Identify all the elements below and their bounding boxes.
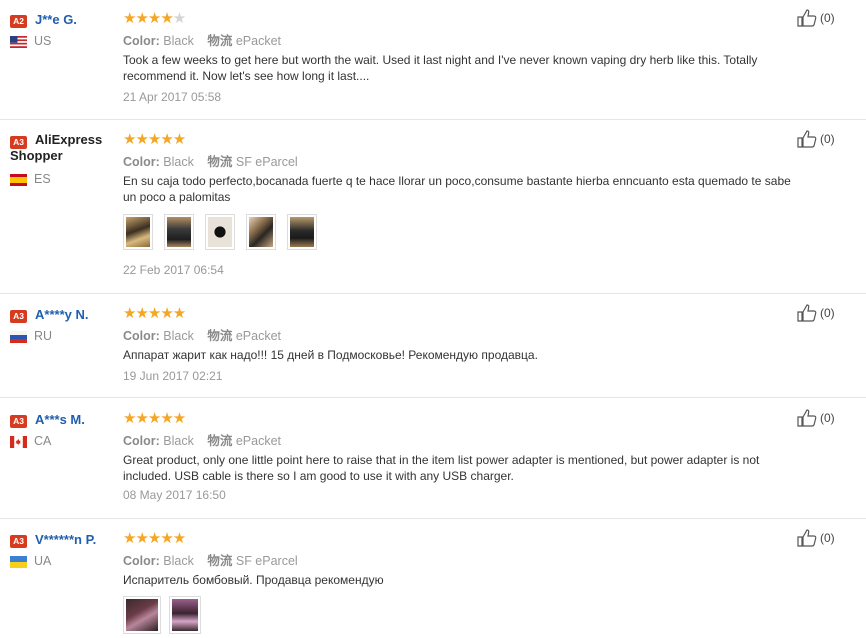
helpful-count: (0)	[820, 11, 835, 25]
review-attributes: Color: Black 物流 SF eParcel	[123, 151, 298, 170]
helpful-button[interactable]: (0)	[797, 304, 835, 322]
review-attributes: Color: Black 物流 ePacket	[123, 325, 281, 344]
review-attributes: Color: Black 物流 SF eParcel	[123, 550, 298, 569]
color-value: Black	[163, 34, 194, 48]
reviewer-country: ES	[34, 172, 51, 186]
ca-flag-icon	[10, 435, 27, 448]
shipping-label: 物流	[207, 434, 233, 448]
review-date: 19 Jun 2017 02:21	[123, 369, 223, 383]
review-text: En su caja todo perfecto,bocanada fuerte…	[123, 174, 791, 204]
shipping-label: 物流	[207, 554, 233, 568]
color-label: Color:	[123, 329, 160, 343]
review-photos	[123, 596, 201, 634]
ua-flag-icon	[10, 555, 27, 568]
shipping-label: 物流	[207, 155, 233, 169]
shipping-value: ePacket	[235, 34, 282, 48]
shipping-value: ePacket	[235, 329, 282, 343]
reviewer-name: A***s M.	[35, 412, 85, 427]
es-flag-icon	[10, 173, 27, 186]
review-photo[interactable]	[246, 214, 276, 250]
color-label: Color:	[123, 434, 160, 448]
thumbs-up-icon	[797, 9, 817, 27]
review-text: Took a few weeks to get here but worth t…	[123, 53, 758, 83]
helpful-count: (0)	[820, 132, 835, 146]
rating-stars: ★★★★★	[123, 410, 186, 427]
thumbs-up-icon	[797, 130, 817, 148]
shipping-value: ePacket	[235, 434, 282, 448]
color-value: Black	[163, 434, 194, 448]
reviewer-name: AliExpress Shopper	[10, 132, 103, 163]
divider	[0, 119, 866, 120]
ru-flag-icon	[10, 330, 27, 343]
helpful-count: (0)	[820, 411, 835, 425]
review-photo[interactable]	[123, 596, 161, 634]
reviewer-country: US	[34, 34, 52, 48]
thumbs-up-icon	[797, 529, 817, 547]
helpful-button[interactable]: (0)	[797, 409, 835, 427]
reviewer-name: J**e G.	[35, 12, 77, 27]
shipping-label: 物流	[207, 329, 233, 343]
color-value: Black	[163, 329, 194, 343]
reviewer-name: V******n P.	[35, 532, 97, 547]
rating-stars: ★★★★★	[123, 305, 186, 322]
rating-stars: ★★★★★	[123, 10, 186, 27]
thumbs-up-icon	[797, 409, 817, 427]
review-text: Great product, only one little point her…	[123, 453, 760, 483]
review-date: 21 Apr 2017 05:58	[123, 90, 222, 104]
color-label: Color:	[123, 554, 160, 568]
shipping-label: 物流	[207, 34, 233, 48]
buyer-level-badge: A3	[10, 415, 27, 428]
buyer-level-badge: A3	[10, 310, 27, 323]
review-attributes: Color: Black 物流 ePacket	[123, 30, 281, 49]
review-photo[interactable]	[205, 214, 235, 250]
helpful-count: (0)	[820, 306, 835, 320]
thumbs-up-icon	[797, 304, 817, 322]
review-photo[interactable]	[287, 214, 317, 250]
rating-stars: ★★★★★	[123, 131, 186, 148]
helpful-count: (0)	[820, 531, 835, 545]
divider	[0, 518, 866, 519]
buyer-level-badge: A2	[10, 15, 27, 28]
shipping-value: SF eParcel	[235, 554, 298, 568]
review-photo[interactable]	[169, 596, 201, 634]
review-photo[interactable]	[164, 214, 194, 250]
color-label: Color:	[123, 34, 160, 48]
review-attributes: Color: Black 物流 ePacket	[123, 430, 281, 449]
review-text: Испаритель бомбовый. Продавца рекомендую	[123, 573, 384, 587]
review-date: 08 May 2017 16:50	[123, 488, 226, 502]
us-flag-icon	[10, 35, 27, 48]
review-photos	[123, 214, 317, 250]
reviewer-name: A****y N.	[35, 307, 89, 322]
divider	[0, 293, 866, 294]
color-value: Black	[163, 155, 194, 169]
review-date: 22 Feb 2017 06:54	[123, 263, 224, 277]
helpful-button[interactable]: (0)	[797, 529, 835, 547]
shipping-value: SF eParcel	[235, 155, 298, 169]
color-value: Black	[163, 554, 194, 568]
reviewer-country: CA	[34, 434, 52, 448]
helpful-button[interactable]: (0)	[797, 130, 835, 148]
buyer-level-badge: A3	[10, 535, 27, 548]
reviewer-country: UA	[34, 554, 52, 568]
color-label: Color:	[123, 155, 160, 169]
review-text: Аппарат жарит как надо!!! 15 дней в Подм…	[123, 348, 538, 362]
divider	[0, 397, 866, 398]
review-photo[interactable]	[123, 214, 153, 250]
rating-stars: ★★★★★	[123, 530, 186, 547]
reviewer-country: RU	[34, 329, 53, 343]
helpful-button[interactable]: (0)	[797, 9, 835, 27]
